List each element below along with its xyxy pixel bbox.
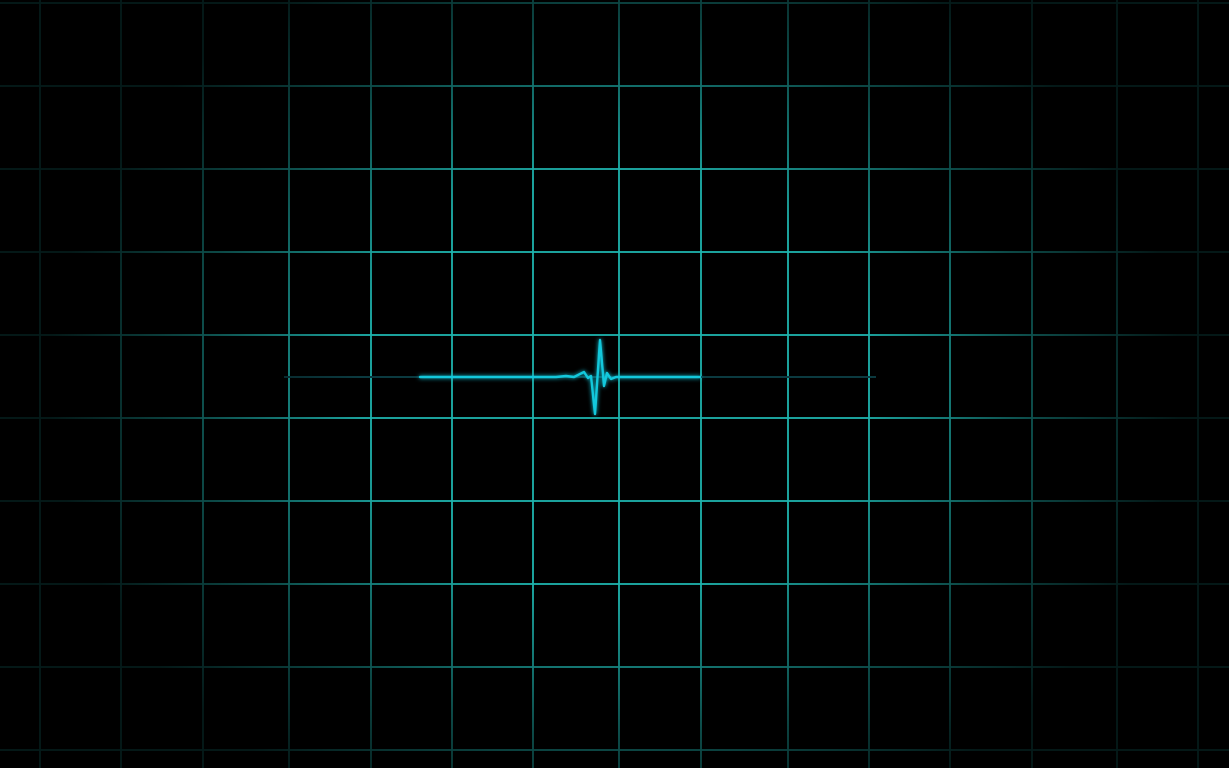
monitor-display — [0, 0, 1229, 768]
heart-monitor-screen — [0, 0, 1229, 768]
heartbeat-trace-icon — [418, 338, 702, 416]
monitor-grid — [0, 0, 1229, 768]
